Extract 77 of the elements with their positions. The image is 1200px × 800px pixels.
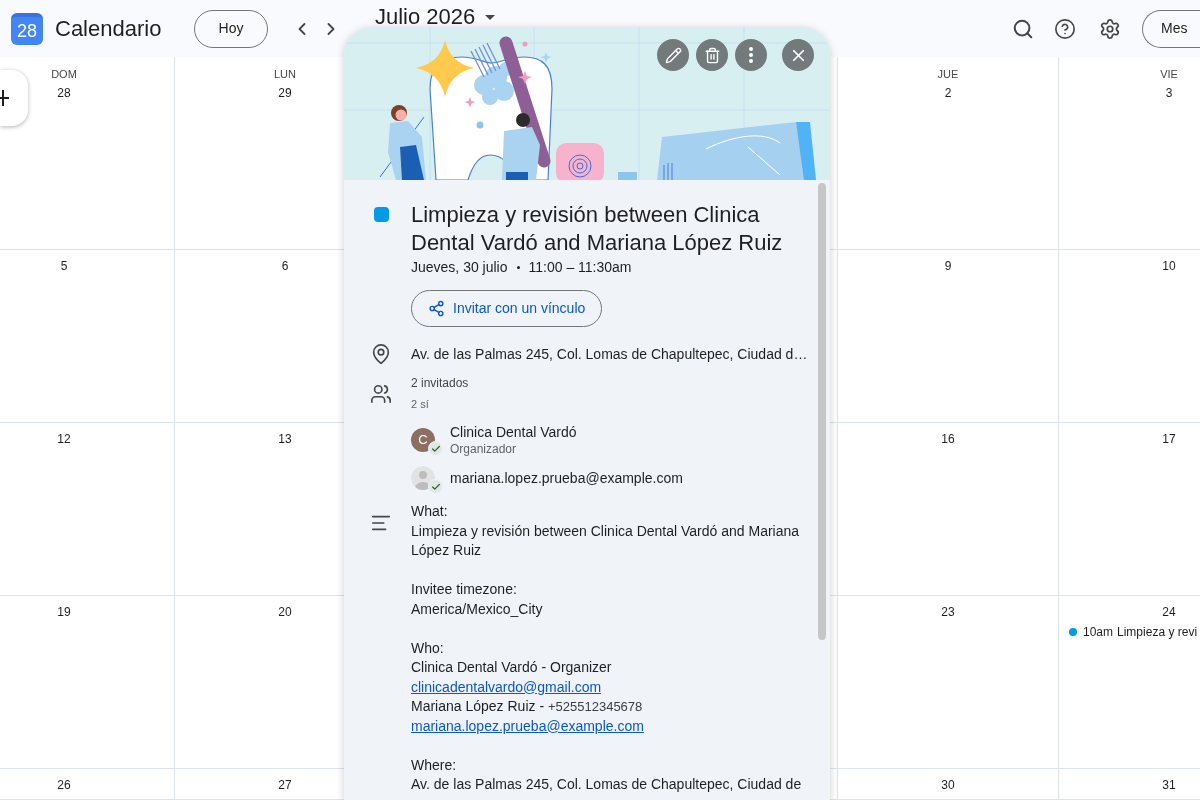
weekday-label: DOM <box>51 67 77 82</box>
weekday-label: VIE <box>1160 67 1178 82</box>
day-cell[interactable]: 26 <box>0 769 175 800</box>
contact-text: Mariana López Ruiz - +525512345678 <box>411 697 644 716</box>
day-cell[interactable]: 31 <box>1059 769 1200 800</box>
caret-down-icon <box>485 14 496 20</box>
day-cell[interactable]: 19 <box>0 596 175 769</box>
trash-icon <box>703 46 721 64</box>
event-title: Limpieza y revisión between Clinica Dental Vardó and Mariana López Ruiz <box>411 201 784 257</box>
calendar-logo[interactable]: 28 <box>11 12 43 45</box>
date-number[interactable]: 26 <box>57 777 71 793</box>
date-number[interactable]: 27 <box>278 777 292 793</box>
event-date: Jueves, 30 julio <box>411 258 508 277</box>
date-number[interactable]: 2 <box>944 85 952 101</box>
day-cell[interactable]: 12 <box>0 423 175 596</box>
day-cell[interactable]: 16 <box>838 423 1059 596</box>
day-cell[interactable]: 24 10am Limpieza y revi <box>1059 596 1200 769</box>
date-number[interactable]: 12 <box>57 431 71 447</box>
date-number[interactable]: 6 <box>281 258 289 274</box>
guest-name: mariana.lopez.prueba@example.com <box>450 469 683 487</box>
settings-icon <box>1099 17 1121 40</box>
description-heading: What: <box>411 502 449 521</box>
pencil-icon <box>664 46 682 64</box>
date-number[interactable]: 10 <box>1162 258 1176 274</box>
date-number[interactable]: 31 <box>1162 777 1176 793</box>
share-icon <box>428 300 445 317</box>
date-number[interactable]: 29 <box>278 85 292 101</box>
guest-name: Clinica Dental Vardó <box>450 423 577 441</box>
date-number[interactable]: 20 <box>278 604 292 620</box>
event-location: Av. de las Palmas 245, Col. Lomas de Chapultepec, Ciudad d… <box>411 345 808 364</box>
location-pin-icon <box>370 343 392 365</box>
description-heading: Invitee timezone: <box>411 580 518 599</box>
date-number[interactable]: 13 <box>278 431 292 447</box>
create-button[interactable] <box>0 70 28 126</box>
guest-count: 2 invitados <box>411 375 469 391</box>
date-number[interactable]: 30 <box>941 777 955 793</box>
event-chip[interactable]: 10am Limpieza y revi <box>1059 622 1200 642</box>
weekday-label: LUN <box>274 67 296 82</box>
date-number[interactable]: 19 <box>57 604 71 620</box>
date-number[interactable]: 3 <box>1165 85 1173 101</box>
date-number[interactable]: 9 <box>944 258 952 274</box>
date-number[interactable]: 24 <box>1162 604 1176 620</box>
day-cell[interactable]: 17 <box>1059 423 1200 596</box>
description-text: Clinica Dental Vardó - Organizer <box>411 658 613 677</box>
guest-role: Organizador <box>450 441 518 457</box>
period-button[interactable]: Julio 2026 <box>375 8 496 26</box>
description-text: Av. de las Palmas 245, Col. Lomas de Chapultepec, Ciudad de <box>411 775 803 794</box>
day-cell[interactable]: JUE 2 <box>838 57 1059 250</box>
guest-replies: 2 sí <box>411 397 430 412</box>
description-heading: Where: <box>411 755 458 775</box>
date-number[interactable]: 28 <box>57 85 71 101</box>
event-color-icon <box>374 207 389 222</box>
description-text: America/Mexico_City <box>411 599 544 619</box>
email-link[interactable]: mariana.lopez.prueba@example.com <box>411 716 644 736</box>
description-heading: Who: <box>411 638 445 658</box>
plus-icon <box>0 90 9 106</box>
app-title: Calendario <box>55 14 162 43</box>
day-cell[interactable]: 10 <box>1059 250 1200 423</box>
day-cell[interactable]: 5 <box>0 250 175 423</box>
initial-avatar: C <box>411 428 435 452</box>
scrollbar[interactable] <box>818 183 826 640</box>
search-icon <box>1012 17 1034 40</box>
more-vertical-icon <box>749 47 753 63</box>
date-number[interactable]: 23 <box>941 604 955 620</box>
event-time: 11:00 – 11:30am <box>528 258 632 277</box>
day-cell[interactable]: 9 <box>838 250 1059 423</box>
date-number[interactable]: 5 <box>60 258 68 274</box>
help-icon <box>1054 17 1076 40</box>
description-text: Limpieza y revisión between Clinica Dental Vardó and Mariana López Ruiz <box>411 521 801 560</box>
email-link[interactable]: clinicadentalvardo@gmail.com <box>411 677 602 697</box>
day-cell[interactable]: 30 <box>838 769 1059 800</box>
day-cell[interactable]: VIE 3 <box>1059 57 1200 250</box>
weekday-label: JUE <box>937 67 959 82</box>
date-number[interactable]: 16 <box>941 431 955 447</box>
date-number[interactable]: 17 <box>1162 431 1176 447</box>
day-cell[interactable]: 23 <box>838 596 1059 769</box>
people-icon <box>370 382 392 405</box>
